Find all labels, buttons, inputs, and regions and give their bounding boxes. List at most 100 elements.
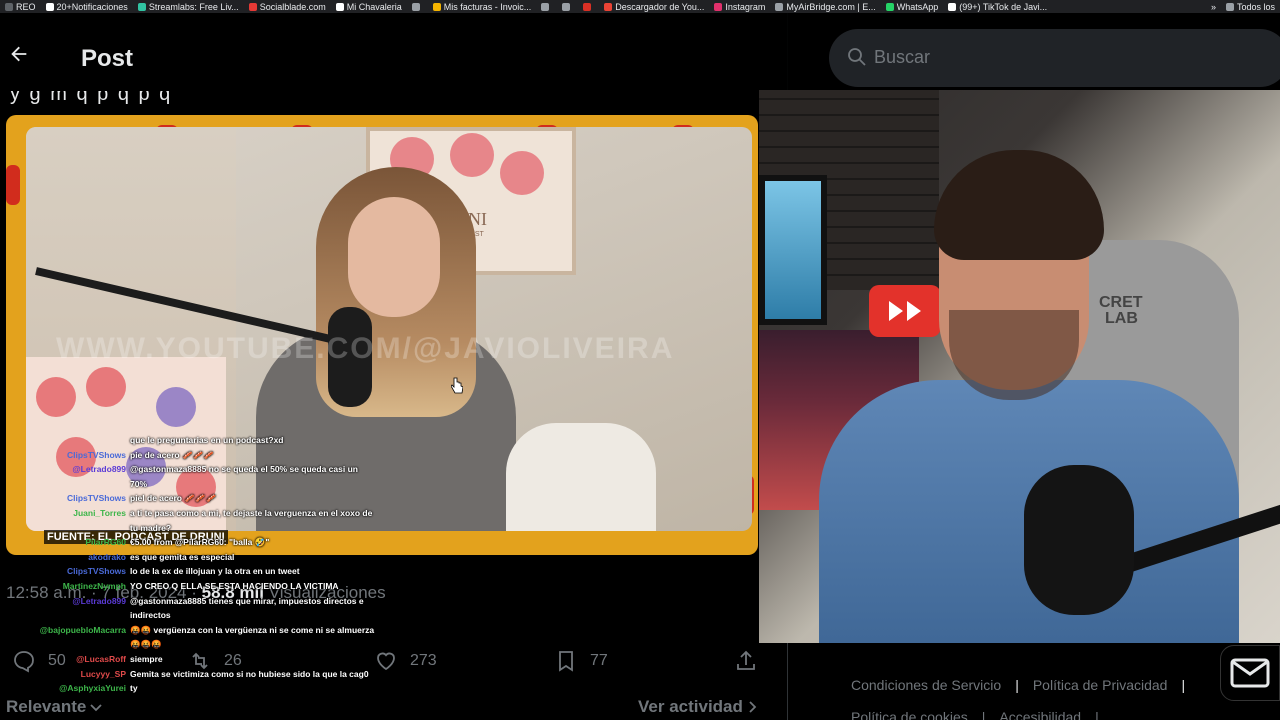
chat-username: @LucasRoff bbox=[76, 653, 126, 664]
tweet-text: y g m q p q p q bbox=[10, 91, 173, 105]
chili-decoration bbox=[6, 165, 20, 205]
bookmark-favicon-icon bbox=[948, 2, 957, 11]
chat-username bbox=[0, 433, 130, 448]
footer-links-row2: Política de cookies | Accesibilidad | bbox=[851, 709, 1113, 720]
chat-text: €5.00 from @PilarRG60: "balla 🤣" bbox=[130, 537, 270, 548]
bookmark-item[interactable]: (99+) TikTok de Javi... bbox=[943, 2, 1052, 12]
chat-username: @Letrado899 bbox=[72, 595, 126, 606]
envelope-icon bbox=[1230, 658, 1270, 688]
chat-text: Gemita se victimiza como si no hubiese s… bbox=[130, 668, 369, 679]
share-button[interactable] bbox=[734, 649, 758, 673]
chat-username: @Letrado899 bbox=[72, 464, 126, 475]
microphone bbox=[1024, 465, 1134, 615]
privacy-link[interactable]: Política de Privacidad bbox=[1033, 677, 1168, 693]
stream-chat-overlay: que le preguntarias en un podcast?xd Clip… bbox=[0, 433, 400, 696]
bookmark-count: 77 bbox=[590, 652, 608, 669]
bookmark-item[interactable]: Descargador de You... bbox=[599, 2, 709, 12]
person-face bbox=[348, 197, 440, 317]
background-monitor bbox=[759, 175, 827, 325]
chat-username: PilarRG60 bbox=[85, 537, 126, 548]
bookmark-item[interactable]: Socialblade.com bbox=[244, 2, 331, 12]
chat-text: @gastonmaza8885 tienes que mirar, impues… bbox=[130, 595, 364, 621]
chat-message: @AsphyxiaYurei ty bbox=[0, 681, 400, 696]
bookmark-item[interactable]: MyAirBridge.com | E... bbox=[770, 2, 880, 12]
bookmark-favicon-icon bbox=[432, 2, 441, 11]
video-watermark: WWW.YOUTUBE.COM/@JAVIOLIVEIRA bbox=[56, 332, 675, 365]
chat-username: ClipsTVShows bbox=[66, 566, 126, 577]
chat-username: @bajopuebloMacarra bbox=[39, 624, 126, 635]
bookmark-item[interactable]: 20+Notificaciones bbox=[41, 2, 133, 12]
bookmark-favicon-icon bbox=[714, 2, 723, 11]
bookmarks-overflow-button[interactable]: » bbox=[1206, 2, 1221, 12]
chair-brand-text: CRET LAB bbox=[1099, 294, 1143, 327]
footer-links: Condiciones de Servicio | Política de Priv… bbox=[851, 677, 1186, 693]
bookmark-favicon-icon bbox=[583, 2, 592, 11]
bookmark-item[interactable]: WhatsApp bbox=[881, 2, 944, 12]
bookmark-item[interactable]: Instagram bbox=[709, 2, 770, 12]
bookmark-favicon-icon bbox=[775, 2, 784, 11]
bookmark-favicon-icon bbox=[541, 2, 550, 11]
bookmark-item[interactable] bbox=[557, 2, 578, 11]
bookmark-item[interactable]: Streamlabs: Free Liv... bbox=[133, 2, 244, 12]
chat-message: Juani_Torres a ti te pasa como a mi, te d… bbox=[0, 506, 400, 535]
sort-label: Relevante bbox=[6, 697, 87, 716]
folder-icon bbox=[1225, 2, 1234, 11]
post-header: Post bbox=[0, 13, 788, 91]
chat-username: MartinezNymph bbox=[62, 580, 126, 591]
search-icon bbox=[848, 48, 866, 66]
messages-button[interactable] bbox=[1220, 645, 1280, 701]
bookmark-favicon-icon bbox=[137, 2, 146, 11]
chat-message: PilarRG60 €5.00 from @PilarRG60: "balla 🤣… bbox=[0, 535, 400, 550]
view-activity-label: Ver actividad bbox=[638, 697, 743, 716]
page-title: Post bbox=[81, 45, 134, 72]
chat-message: que le preguntarias en un podcast?xd bbox=[0, 433, 400, 448]
chat-text: a ti te pasa como a mi, te dejaste la ve… bbox=[130, 507, 373, 533]
chat-message: MartinezNymph YO CREO Q ELLA SE ESTA HACI… bbox=[0, 579, 400, 594]
chat-text: pie de acero 🥓🥓🥓 bbox=[130, 449, 214, 460]
bookmark-item[interactable]: Mi Chavaleria bbox=[331, 2, 407, 12]
chat-text: YO CREO Q ELLA SE ESTA HACIENDO LA VICTI… bbox=[130, 580, 339, 591]
bookmark-item[interactable] bbox=[536, 2, 557, 11]
bookmark-item[interactable] bbox=[407, 2, 428, 11]
view-activity-link[interactable]: Ver actividad bbox=[638, 697, 759, 717]
all-bookmarks-folder[interactable]: Todos los bbox=[1221, 2, 1280, 12]
chat-message: ClipsTVShows piel de acero 🥓🥓🥓 bbox=[0, 491, 400, 506]
share-icon bbox=[737, 650, 755, 670]
accessibility-link[interactable]: Accesibilidad bbox=[999, 709, 1081, 720]
fast-forward-icon bbox=[869, 285, 941, 337]
chat-message: ClipsTVShows lo de la ex de illojuan y la… bbox=[0, 564, 400, 579]
chat-message: Lucyyy_SP Gemita se victimiza como si no … bbox=[0, 667, 400, 682]
bookmark-favicon-icon bbox=[248, 2, 257, 11]
chevron-down-icon bbox=[90, 704, 102, 712]
bookmark-button[interactable]: 77 bbox=[554, 649, 608, 673]
bookmark-favicon-icon bbox=[885, 2, 894, 11]
chat-text: @gastonmaza8885 no se queda el 50% se qu… bbox=[130, 464, 358, 489]
chevron-right-icon bbox=[749, 701, 757, 713]
like-count: 273 bbox=[410, 652, 437, 669]
streamer-hair bbox=[934, 150, 1104, 260]
bookmark-favicon-icon bbox=[45, 2, 54, 11]
chat-text: piel de acero 🥓🥓🥓 bbox=[130, 493, 217, 504]
chat-message: @Letrado899 @gastonmaza8885 tienes que mi… bbox=[0, 594, 400, 623]
chat-message: @Letrado899 @gastonmaza8885 no se queda e… bbox=[0, 462, 400, 491]
search-input[interactable]: Buscar bbox=[874, 47, 930, 68]
hand-cursor-icon bbox=[451, 377, 463, 394]
bookmark-favicon-icon bbox=[5, 2, 13, 11]
bookmark-item[interactable] bbox=[578, 2, 599, 11]
bookmark-favicon-icon bbox=[411, 2, 420, 11]
chat-username: Lucyyy_SP bbox=[80, 668, 126, 679]
chat-text: es que gemita es especial bbox=[130, 551, 235, 562]
search-bar[interactable]: Buscar bbox=[829, 29, 1280, 87]
chat-username: ClipsTVShows bbox=[66, 493, 126, 504]
webcam-overlay: CRET LAB bbox=[759, 90, 1280, 643]
sort-replies-dropdown[interactable]: Relevante bbox=[6, 697, 103, 717]
chat-message: ClipsTVShows pie de acero 🥓🥓🥓 bbox=[0, 448, 400, 463]
chair bbox=[506, 423, 656, 531]
chat-username: Juani_Torres bbox=[73, 507, 126, 518]
bookmark-item[interactable]: Mis facturas - Invoic... bbox=[428, 2, 537, 12]
terms-link[interactable]: Condiciones de Servicio bbox=[851, 677, 1001, 693]
cookies-link[interactable]: Política de cookies bbox=[851, 709, 968, 720]
bookmark-item[interactable]: REO bbox=[0, 2, 41, 12]
chat-message: akodrako es que gemita es especial bbox=[0, 550, 400, 565]
back-arrow-icon[interactable] bbox=[8, 43, 30, 65]
